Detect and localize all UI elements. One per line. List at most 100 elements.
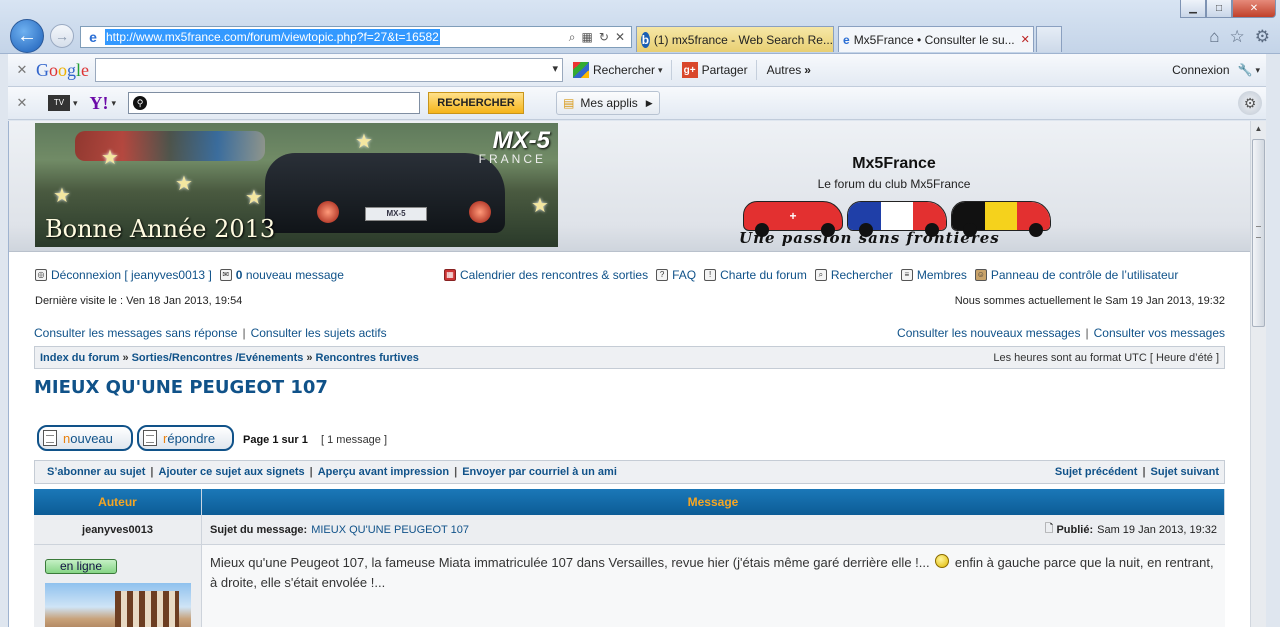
- reply-button[interactable]: r épondre: [137, 425, 234, 451]
- forward-button[interactable]: →: [50, 24, 74, 48]
- faq-label: FAQ: [672, 268, 697, 282]
- wrench-icon[interactable]: 🔧: [1238, 63, 1253, 77]
- close-window-button[interactable]: ✕: [1232, 0, 1276, 18]
- car-illustration: [265, 153, 505, 233]
- refresh-icon[interactable]: ↻: [599, 30, 609, 45]
- breadcrumb-forum-index[interactable]: Index du forum: [40, 352, 119, 364]
- tv-icon[interactable]: TV: [48, 95, 70, 111]
- post-author-name[interactable]: jeanyves0013: [34, 515, 202, 544]
- smiley-icon: [935, 554, 950, 568]
- tail-light: [317, 201, 339, 223]
- avatar[interactable]: [45, 583, 191, 627]
- close-toolbar-icon[interactable]: ✕: [8, 95, 36, 111]
- calendar-link[interactable]: ▦ Calendrier des rencontres & sorties: [444, 268, 648, 282]
- topic-actions-bar: S’abonner au sujet | Ajouter ce sujet aux…: [34, 460, 1225, 484]
- site-header: ★ ★ ★ ★ ★ ★ MX-5 MX-5 FRANCE Bonne Année…: [9, 121, 1251, 252]
- share-button[interactable]: g+ Partager: [681, 62, 748, 78]
- logout-link[interactable]: ◎ Déconnexion [ jeanyves0013 ]: [35, 268, 212, 282]
- url-text[interactable]: http://www.mx5france.com/forum/viewtopic…: [105, 29, 440, 45]
- scrollbar-thumb[interactable]: [1252, 139, 1265, 327]
- new-topic-accent: n: [63, 430, 71, 446]
- close-tab-icon[interactable]: ✕: [1015, 33, 1033, 46]
- post-subject-link[interactable]: MIEUX QU'UNE PEUGEOT 107: [311, 524, 469, 536]
- active-topics-link[interactable]: Consulter les sujets actifs: [251, 326, 387, 340]
- favorites-star-icon[interactable]: ☆: [1230, 27, 1245, 47]
- star-icon: ★: [531, 195, 549, 217]
- next-topic-link[interactable]: Sujet suivant: [1151, 466, 1219, 478]
- document-icon: [143, 430, 157, 446]
- star-icon: ★: [175, 173, 193, 195]
- post-table: Auteur Message jeanyves0013 Sujet du mes…: [34, 489, 1225, 627]
- my-apps-button[interactable]: ▤ Mes applis ▶: [556, 91, 660, 115]
- yahoo-toolbar: ✕ TV ▾ Y! ▾ ⚲ RECHERCHER ▤ Mes applis ▶ ⚙: [8, 87, 1266, 120]
- pipe-separator: |: [242, 326, 246, 340]
- forward-arrow-icon: →: [55, 28, 69, 44]
- members-label: Membres: [916, 268, 967, 282]
- close-toolbar-icon[interactable]: ✕: [8, 62, 36, 78]
- breadcrumb-separator: »: [306, 351, 313, 364]
- yahoo-logo[interactable]: Y!: [90, 93, 109, 114]
- chevron-right-icon: ▶: [645, 97, 653, 108]
- bookmark-link[interactable]: Ajouter ce sujet aux signets: [159, 466, 305, 478]
- search-link[interactable]: ⌕ Rechercher: [814, 268, 893, 282]
- list-icon: ≡: [900, 269, 913, 281]
- post-icon[interactable]: 🗋: [1045, 520, 1054, 539]
- subscribe-link[interactable]: S’abonner au sujet: [47, 466, 145, 478]
- topic-title[interactable]: MIEUX QU'UNE PEUGEOT 107: [34, 377, 328, 398]
- google-search-button[interactable]: Rechercher ▾: [573, 62, 663, 78]
- your-posts-link[interactable]: Consulter vos messages: [1094, 326, 1225, 340]
- breadcrumb-category[interactable]: Sorties/Rencontres /Evénements: [132, 352, 304, 364]
- post-header-row: jeanyves0013 Sujet du message: MIEUX QU'…: [34, 515, 1225, 545]
- maximize-button[interactable]: □: [1206, 0, 1232, 18]
- stop-icon[interactable]: ✕: [615, 30, 625, 45]
- pipe-separator: |: [454, 466, 458, 478]
- yahoo-search-input[interactable]: ⚲: [128, 92, 421, 114]
- print-preview-link[interactable]: Aperçu avant impression: [318, 466, 449, 478]
- tab-mx5france[interactable]: e Mx5France • Consulter le su... ✕: [838, 26, 1034, 52]
- more-label: Autres: [766, 63, 802, 77]
- faq-link[interactable]: ? FAQ: [656, 268, 696, 282]
- email-friend-link[interactable]: Envoyer par courriel à un ami: [462, 466, 617, 478]
- back-arrow-icon: ←: [17, 24, 37, 47]
- toolbar-settings-gear-icon[interactable]: ⚙: [1238, 91, 1262, 115]
- apps-label: Mes applis: [580, 96, 638, 110]
- apps-icon: ▤: [563, 96, 575, 110]
- google-search-input[interactable]: [95, 58, 564, 82]
- tab-label: (1) mx5france - Web Search Re...: [653, 32, 833, 47]
- back-button[interactable]: ←: [10, 19, 44, 53]
- google-logo: Google: [36, 59, 90, 80]
- new-posts-link[interactable]: Consulter les nouveaux messages: [897, 326, 1080, 340]
- search-icon[interactable]: ⌕: [569, 30, 576, 45]
- site-banner-image[interactable]: ★ ★ ★ ★ ★ ★ MX-5 MX-5 FRANCE Bonne Année…: [35, 123, 558, 247]
- prev-topic-link[interactable]: Sujet précédent: [1055, 466, 1138, 478]
- login-button[interactable]: Connexion 🔧 ▾: [1172, 63, 1260, 77]
- vertical-scrollbar[interactable]: ▲: [1250, 121, 1266, 627]
- current-time: Nous sommes actuellement le Sam 19 Jan 2…: [954, 295, 1225, 307]
- members-link[interactable]: ≡ Membres: [900, 268, 967, 282]
- unanswered-link[interactable]: Consulter les messages sans réponse: [34, 326, 237, 340]
- settings-gear-icon[interactable]: ⚙: [1255, 27, 1270, 47]
- main-nav-right: ▦ Calendrier des rencontres & sorties ? FA…: [444, 268, 1178, 282]
- breadcrumb-forum[interactable]: Rencontres furtives: [316, 352, 419, 364]
- scroll-up-arrow-icon[interactable]: ▲: [1251, 121, 1266, 137]
- author-profile-column: en ligne: [34, 545, 202, 627]
- tab-web-search[interactable]: b (1) mx5france - Web Search Re...: [636, 26, 834, 52]
- home-icon[interactable]: ⌂: [1209, 27, 1219, 47]
- calendar-label: Calendrier des rencontres & sorties: [460, 268, 649, 282]
- more-button[interactable]: Autres»: [767, 63, 811, 77]
- new-topic-button[interactable]: n ouveau: [37, 425, 133, 451]
- address-bar[interactable]: e http://www.mx5france.com/forum/viewtop…: [80, 26, 632, 48]
- flag-cars-logo: + Une passion sans frontières: [737, 199, 1051, 249]
- compat-view-icon[interactable]: ▦: [582, 30, 593, 45]
- exclamation-icon: !: [704, 269, 717, 281]
- minimize-button[interactable]: ▁: [1180, 0, 1206, 18]
- ucp-link[interactable]: ☺ Panneau de contrôle de l’utilisateur: [974, 268, 1178, 282]
- address-bar-icons: ⌕ ▦ ↻ ✕: [569, 30, 631, 45]
- page-viewport: ★ ★ ★ ★ ★ ★ MX-5 MX-5 FRANCE Bonne Année…: [8, 121, 1266, 627]
- new-messages-link[interactable]: ✉ 0 nouveau message: [219, 268, 344, 282]
- new-tab-button[interactable]: [1036, 26, 1062, 52]
- charter-link[interactable]: ! Charte du forum: [704, 268, 807, 282]
- search-label: Rechercher: [830, 268, 893, 282]
- search-links-right: Consulter les nouveaux messages | Consulte…: [897, 326, 1225, 340]
- yahoo-search-button[interactable]: RECHERCHER: [428, 92, 525, 114]
